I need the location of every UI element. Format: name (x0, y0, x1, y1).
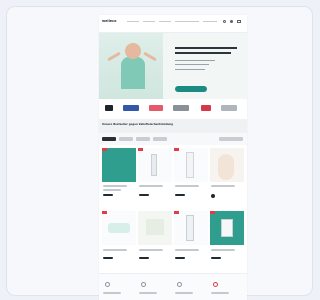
support-icon (141, 282, 146, 287)
hero-headline (175, 47, 237, 49)
feature-text (175, 292, 193, 294)
brand-logos-row (99, 99, 247, 119)
product-title[interactable] (175, 249, 199, 251)
nav-item[interactable] (143, 21, 155, 22)
brand-logo (149, 105, 163, 111)
sale-badge (138, 148, 143, 151)
product-title[interactable] (103, 185, 127, 187)
sale-badge (102, 148, 107, 151)
sale-badge (174, 148, 179, 151)
hero-subtext (175, 60, 215, 61)
person-head (125, 43, 141, 59)
filter-chip[interactable] (136, 137, 150, 141)
product-image[interactable] (138, 148, 172, 182)
person-arm-left (107, 51, 121, 62)
site-logo[interactable]: welleco (102, 19, 116, 23)
hero-subtext (175, 64, 209, 65)
product-title[interactable] (175, 185, 199, 187)
brand-logo (105, 105, 113, 111)
product-image[interactable] (102, 211, 136, 245)
product-person (218, 154, 234, 180)
product-box (108, 223, 130, 233)
product-title[interactable] (139, 185, 163, 187)
product-price (103, 194, 113, 196)
color-swatch[interactable] (211, 194, 215, 198)
nav-item[interactable] (175, 21, 199, 22)
feature-text (139, 292, 157, 294)
hero-cta-button[interactable] (175, 86, 207, 92)
product-title[interactable] (103, 189, 121, 191)
nav-item[interactable] (203, 21, 217, 22)
search-icon[interactable] (223, 20, 226, 23)
filter-chip[interactable] (153, 137, 167, 141)
hero-banner (99, 33, 247, 99)
product-price (103, 257, 113, 259)
nav-item[interactable] (127, 21, 139, 22)
sort-dropdown[interactable] (219, 137, 243, 141)
product-title[interactable] (211, 249, 235, 251)
product-image[interactable] (102, 148, 136, 182)
shipping-icon (105, 282, 110, 287)
product-image[interactable] (210, 211, 244, 245)
product-price (139, 257, 149, 259)
product-image[interactable] (138, 211, 172, 245)
secure-icon (177, 282, 182, 287)
feature-text (211, 292, 229, 294)
person-arm-right (143, 51, 157, 62)
product-image[interactable] (210, 148, 244, 182)
brand-logo (221, 105, 237, 111)
hero-subtext (175, 69, 205, 70)
hero-headline (175, 52, 231, 54)
product-price (175, 194, 185, 196)
product-box (146, 219, 164, 235)
product-price (211, 257, 221, 259)
product-image[interactable] (174, 148, 208, 182)
brand-logo (123, 105, 139, 111)
brand-logo (201, 105, 211, 111)
product-title[interactable] (103, 249, 127, 251)
product-image[interactable] (174, 211, 208, 245)
product-price (139, 194, 149, 196)
product-title[interactable] (211, 185, 235, 187)
badge-icon (213, 282, 218, 287)
product-title[interactable] (139, 249, 163, 251)
footer-features (99, 273, 247, 300)
website-screenshot: welleco Unsere Bestseller gegen Zahnflei… (99, 15, 247, 300)
section-header: Unsere Bestseller gegen Zahnfleischentzü… (99, 119, 247, 133)
top-nav: welleco (99, 15, 247, 33)
hero-image (99, 33, 163, 99)
cart-icon[interactable] (237, 20, 241, 23)
section-title: Unsere Bestseller gegen Zahnfleischentzü… (102, 123, 173, 126)
filter-chip[interactable] (102, 137, 116, 141)
filter-bar (99, 133, 247, 145)
preview-card: welleco Unsere Bestseller gegen Zahnflei… (6, 6, 313, 300)
product-tube (151, 154, 157, 176)
product-bottle (186, 215, 194, 241)
user-icon[interactable] (230, 20, 233, 23)
person-body (121, 57, 145, 89)
brand-logo (173, 105, 189, 111)
product-price (175, 257, 185, 259)
filter-chip[interactable] (119, 137, 133, 141)
nav-item[interactable] (159, 21, 171, 22)
sale-badge (210, 211, 215, 214)
product-bottle (186, 152, 194, 178)
feature-text (103, 292, 121, 294)
product-pack (221, 219, 233, 237)
sale-badge (174, 211, 179, 214)
sale-badge (102, 211, 107, 214)
